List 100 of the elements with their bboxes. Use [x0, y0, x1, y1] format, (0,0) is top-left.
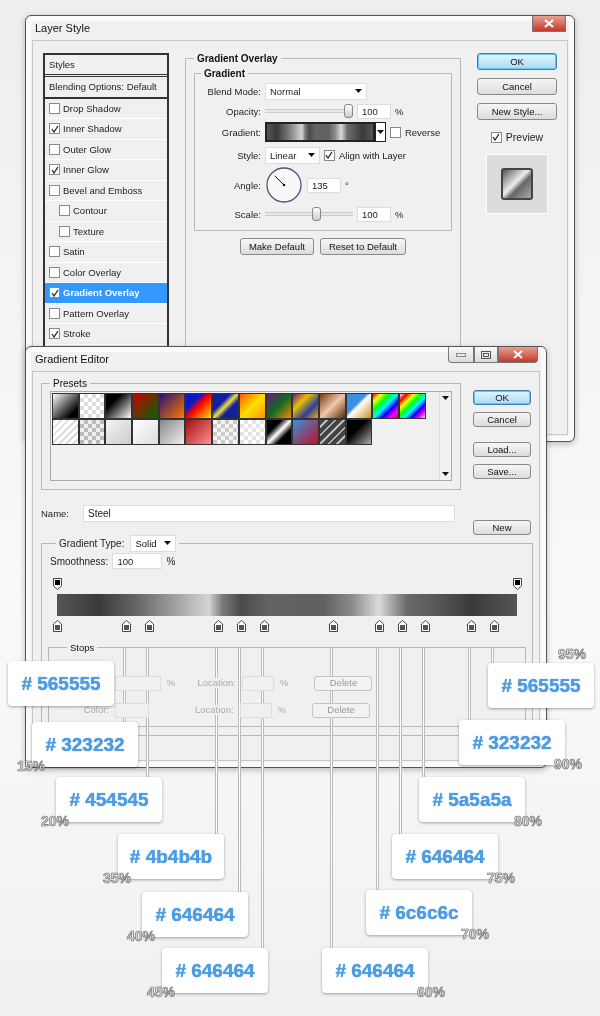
gradient-dropdown-button[interactable] [374, 122, 386, 142]
checkbox[interactable] [49, 287, 60, 299]
dialog-button[interactable]: Cancel [477, 78, 557, 95]
style-item[interactable]: Drop Shadow [45, 98, 167, 119]
gradient-preset[interactable] [158, 419, 186, 445]
gradient-preset[interactable] [105, 393, 133, 419]
color-stop-icon[interactable] [397, 620, 407, 632]
checkbox[interactable] [49, 328, 60, 340]
reverse-checkbox[interactable] [389, 126, 401, 138]
style-dropdown[interactable]: Linear [264, 146, 320, 164]
gradient-preset[interactable] [212, 393, 239, 419]
color-stop-icon[interactable] [328, 620, 338, 632]
style-item[interactable]: Texture [45, 221, 167, 242]
opacity-field[interactable]: 100 [356, 103, 391, 119]
checkbox[interactable] [49, 266, 60, 278]
slider-thumb[interactable] [312, 207, 322, 221]
color-stop-swatch[interactable] [115, 702, 149, 718]
dialog-button[interactable]: Reset to Default [319, 237, 406, 255]
panel-title: Gradient Overlay [195, 53, 279, 64]
field-label: Scale: [233, 208, 261, 220]
name-field[interactable]: Steel [83, 504, 455, 522]
gradient-preset[interactable] [372, 393, 399, 419]
angle-field[interactable]: 135 [306, 177, 341, 193]
angle-dial[interactable] [264, 166, 303, 204]
checkbox[interactable] [49, 143, 60, 155]
color-stop-icon[interactable] [489, 620, 499, 632]
checkbox[interactable] [49, 164, 60, 176]
gradient-preset[interactable] [212, 419, 239, 445]
slider-thumb[interactable] [343, 104, 353, 118]
gradient-preset[interactable] [52, 419, 79, 445]
dialog-button[interactable]: OK [477, 53, 557, 70]
scrollbar[interactable] [439, 392, 451, 480]
gradient-preset[interactable] [78, 419, 106, 445]
gradient-preset[interactable] [292, 393, 319, 419]
style-item[interactable]: Contour [45, 201, 167, 222]
location-field[interactable] [242, 675, 274, 691]
dialog-button[interactable]: Load... [473, 442, 531, 457]
gradient-preset[interactable] [265, 419, 293, 445]
blend-mode-dropdown[interactable]: Normal [264, 82, 367, 100]
percent-label: 80% [514, 813, 543, 829]
style-item[interactable]: Inner Glow [45, 160, 167, 181]
align-checkbox[interactable] [323, 149, 335, 161]
checkbox[interactable] [49, 307, 60, 319]
opacity-stop-icon[interactable] [52, 578, 62, 590]
color-stop-icon[interactable] [466, 620, 476, 632]
checkbox[interactable] [49, 184, 60, 196]
gradient-preset[interactable] [238, 393, 266, 419]
checkbox[interactable] [59, 225, 70, 237]
gradient-preset[interactable] [78, 393, 106, 419]
scale-field[interactable]: 100 [356, 206, 391, 222]
smoothness-field[interactable]: 100 [112, 553, 163, 569]
style-label: Outer Glow [63, 143, 112, 155]
new-button[interactable]: New [473, 520, 531, 535]
gradient-preset[interactable] [345, 419, 373, 445]
style-item[interactable]: Blending Options: Default [45, 77, 167, 99]
dialog-button[interactable]: Make Default [239, 237, 314, 255]
checkbox[interactable] [49, 123, 60, 135]
style-item[interactable]: Pattern Overlay [45, 303, 167, 324]
color-stop-icon[interactable] [121, 620, 131, 632]
gradient-bar[interactable] [57, 594, 517, 616]
location-field[interactable] [239, 702, 272, 718]
gradient-swatch[interactable] [264, 122, 375, 142]
color-stop-icon[interactable] [213, 620, 223, 632]
style-item[interactable]: Satin [45, 242, 167, 263]
opacity-stop-field[interactable] [115, 675, 161, 691]
close-button[interactable] [498, 347, 538, 363]
color-stop-icon[interactable] [52, 620, 62, 632]
dialog-button[interactable]: New Style... [477, 103, 557, 120]
gradient-preset[interactable] [318, 393, 346, 419]
preview-checkbox[interactable] [490, 131, 502, 143]
gradient-preset[interactable] [185, 393, 213, 419]
gradient-preset[interactable] [398, 393, 426, 419]
style-label: Inner Shadow [63, 123, 122, 135]
color-stop-icon[interactable] [420, 620, 430, 632]
gradient-preset[interactable] [132, 419, 159, 445]
color-stop-icon[interactable] [374, 620, 384, 632]
checkbox[interactable] [49, 246, 60, 258]
gradient-preset[interactable] [318, 419, 346, 445]
gradient-preset[interactable] [238, 419, 266, 445]
maximize-button[interactable] [474, 347, 498, 363]
dialog-button[interactable]: OK [473, 390, 531, 405]
minimize-button[interactable] [448, 347, 474, 363]
style-item[interactable]: Outer Glow [45, 139, 167, 160]
gradient-preset[interactable] [52, 393, 79, 419]
color-code: # 6c6c6c [379, 901, 459, 924]
color-stop-icon[interactable] [259, 620, 269, 632]
checkbox[interactable] [59, 205, 70, 217]
color-stop-icon[interactable] [236, 620, 246, 632]
style-item[interactable]: Bevel and Emboss [45, 180, 167, 201]
style-item[interactable]: Inner Shadow [45, 119, 167, 140]
gradient-preset[interactable] [105, 419, 133, 445]
color-stop-icon[interactable] [144, 620, 154, 632]
style-item[interactable]: Stroke [45, 324, 167, 345]
checkbox[interactable] [49, 102, 60, 114]
close-button[interactable] [532, 16, 566, 32]
gradient-preset[interactable] [345, 393, 373, 419]
dialog-button[interactable]: Cancel [473, 412, 531, 427]
gradient-type-dropdown[interactable]: Solid [130, 534, 177, 552]
opacity-stop-icon[interactable] [512, 578, 522, 590]
dialog-button[interactable]: Save... [473, 464, 531, 479]
